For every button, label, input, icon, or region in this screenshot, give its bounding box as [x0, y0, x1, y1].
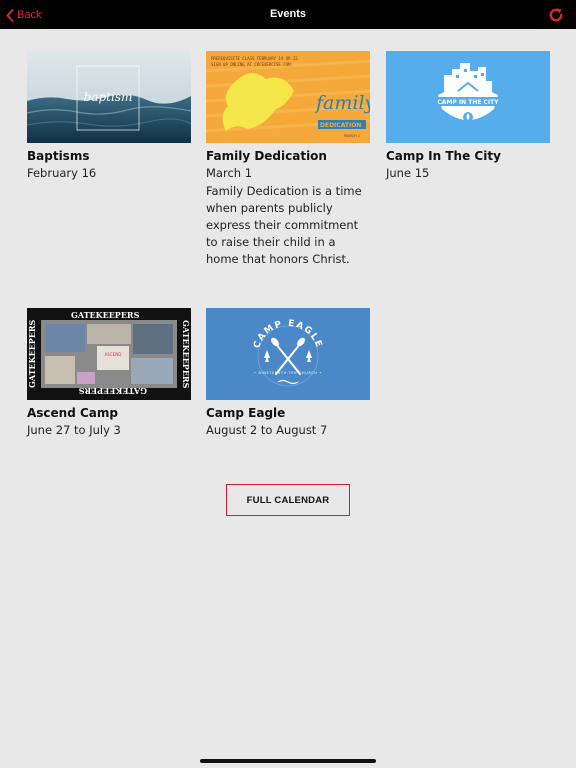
svg-text:GATEKEEPERS: GATEKEEPERS — [27, 319, 37, 388]
event-title: Camp In The City — [386, 149, 501, 163]
event-title: Ascend Camp — [27, 406, 118, 420]
nav-bar: Back Events — [0, 0, 576, 29]
event-image-ascend-camp: ASCEND GATEKEEPERS GATEKEEPERS GATEKEEPE… — [27, 308, 191, 400]
event-title: Family Dedication — [206, 149, 327, 163]
refresh-button[interactable] — [548, 7, 564, 23]
event-date: March 1 — [206, 166, 253, 180]
event-card-family-dedication[interactable]: PREREQUISITE CLASS FEBRUARY 19 OR 22 SIG… — [206, 51, 370, 268]
event-date: June 15 — [386, 166, 430, 180]
thumb-top-line2: SIGN UP ONLINE AT CRCEXERCISE.COM — [211, 62, 291, 67]
thumb-date: MARCH 1 — [344, 134, 360, 138]
thumb-text-baptism: baptism — [84, 90, 133, 104]
home-indicator[interactable] — [200, 759, 376, 763]
event-title: Camp Eagle — [206, 406, 286, 420]
event-card-camp-in-the-city[interactable]: CAMP IN THE CITY Camp In The City June 1… — [386, 51, 550, 181]
event-image-family-dedication: PREREQUISITE CLASS FEBRUARY 19 OR 22 SIG… — [206, 51, 370, 143]
svg-text:GATEKEEPERS: GATEKEEPERS — [181, 320, 191, 389]
thumb-text-gatekeepers: GATEKEEPERS — [71, 310, 140, 320]
event-card-baptisms[interactable]: baptism Baptisms February 16 — [27, 51, 191, 181]
svg-text:• NINETEENTH-TEN CHURCH •: • NINETEENTH-TEN CHURCH • — [254, 371, 322, 375]
page-title: Events — [269, 8, 307, 20]
thumb-sub-dedication: DEDICATION — [320, 122, 361, 129]
refresh-icon — [549, 8, 563, 22]
event-image-camp-in-the-city: CAMP IN THE CITY — [386, 51, 550, 143]
thumb-text-family: family — [314, 92, 370, 114]
svg-text:ASCEND: ASCEND — [105, 352, 122, 357]
event-date: August 2 to August 7 — [206, 423, 328, 437]
event-card-camp-eagle[interactable]: CAMP EAGLE • NINETEENTH-TEN CHURCH • Cam… — [206, 308, 370, 438]
event-card-ascend-camp[interactable]: ASCEND GATEKEEPERS GATEKEEPERS GATEKEEPE… — [27, 308, 191, 438]
thumb-top-line1: PREREQUISITE CLASS FEBRUARY 19 OR 22 — [211, 56, 298, 61]
event-image-camp-eagle: CAMP EAGLE • NINETEENTH-TEN CHURCH • — [206, 308, 370, 400]
event-date: June 27 to July 3 — [27, 423, 121, 437]
thumb-text-camp-city: CAMP IN THE CITY — [437, 99, 499, 106]
full-calendar-button[interactable]: FULL CALENDAR — [226, 484, 350, 516]
event-date: February 16 — [27, 166, 97, 180]
event-image-baptisms: baptism — [27, 51, 191, 143]
event-description: Family Dedication is a time when parents… — [206, 184, 362, 266]
event-title: Baptisms — [27, 149, 90, 163]
svg-text:GATEKEEPERS: GATEKEEPERS — [78, 386, 147, 396]
